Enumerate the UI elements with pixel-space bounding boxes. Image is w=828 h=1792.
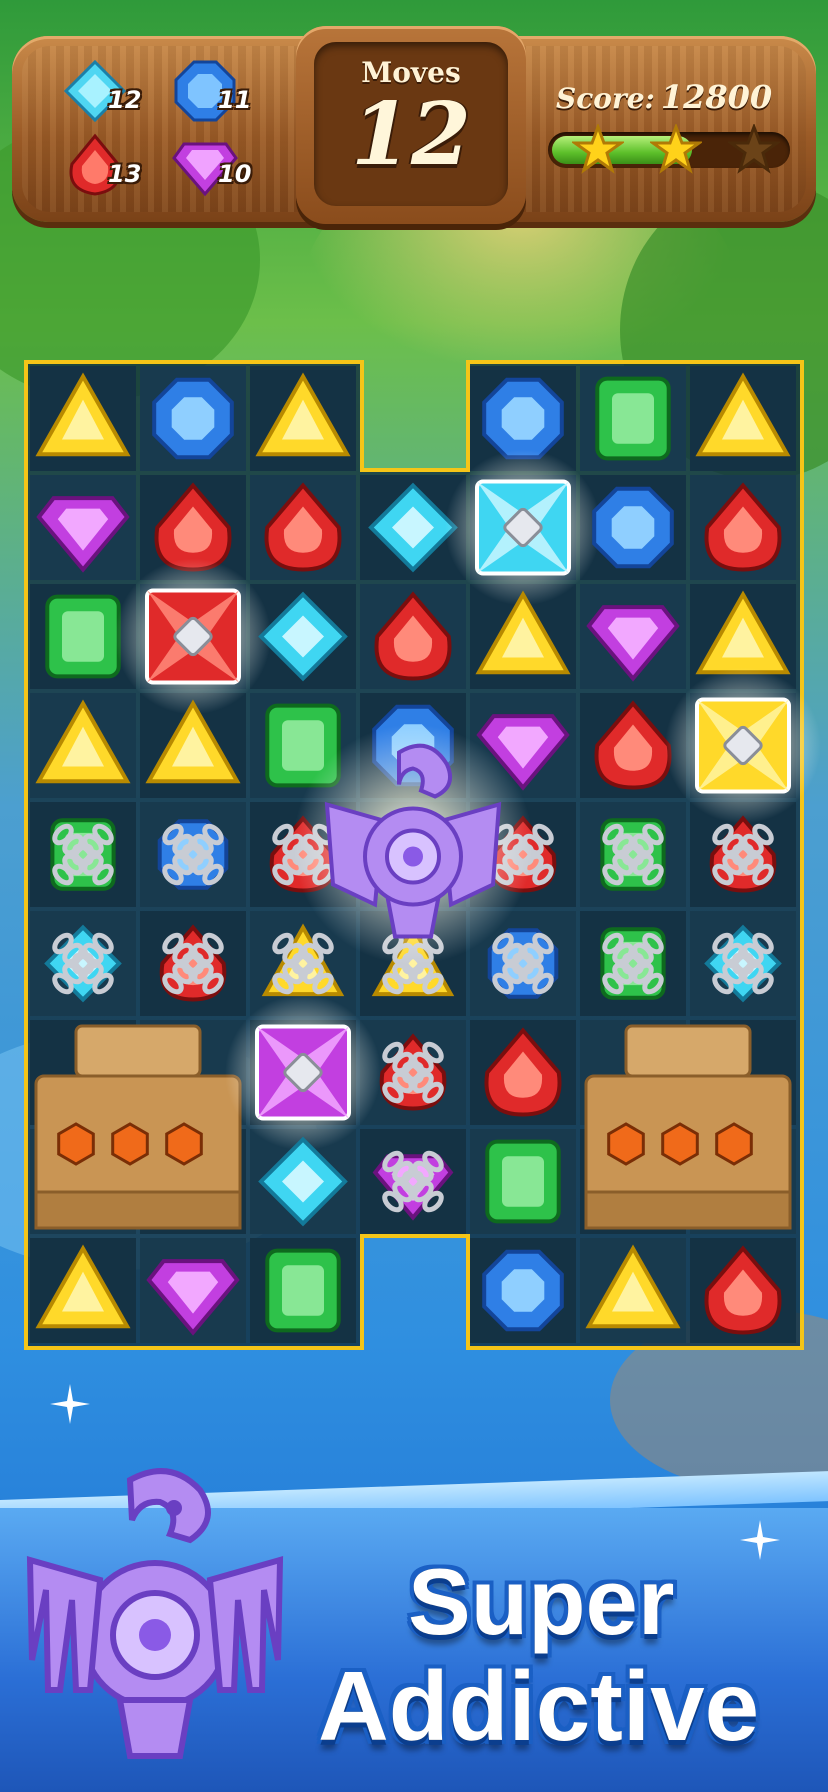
moves-count: 12 bbox=[351, 84, 471, 185]
goal-count: 10 bbox=[218, 160, 252, 188]
score-value: 12800 bbox=[660, 78, 773, 116]
banner-line-1: Super bbox=[408, 1549, 675, 1654]
goal-count: 13 bbox=[108, 160, 142, 188]
goal-blue-octagon: 11 bbox=[170, 56, 280, 126]
sparkle-icon bbox=[740, 1520, 780, 1560]
sparkle-icon bbox=[50, 1384, 90, 1424]
goal-blue-diamond: 12 bbox=[60, 56, 170, 126]
score-display: Score: 12800 bbox=[556, 78, 772, 116]
goal-red-drop: 13 bbox=[60, 130, 170, 200]
moves-panel: Moves 12 bbox=[296, 26, 526, 224]
score-progress-bar bbox=[548, 124, 790, 174]
star-icon bbox=[650, 124, 702, 174]
star-icon bbox=[572, 124, 624, 174]
eagle-totem-icon bbox=[26, 1468, 284, 1759]
goal-count: 12 bbox=[108, 86, 142, 114]
banner-line-2: Addictive bbox=[318, 1651, 760, 1761]
goal-count: 11 bbox=[218, 86, 252, 114]
score-label: Score: bbox=[556, 82, 655, 115]
moves-inner: Moves 12 bbox=[314, 42, 508, 206]
goal-purple-diamond: 10 bbox=[170, 130, 280, 200]
star-icon bbox=[728, 124, 780, 174]
